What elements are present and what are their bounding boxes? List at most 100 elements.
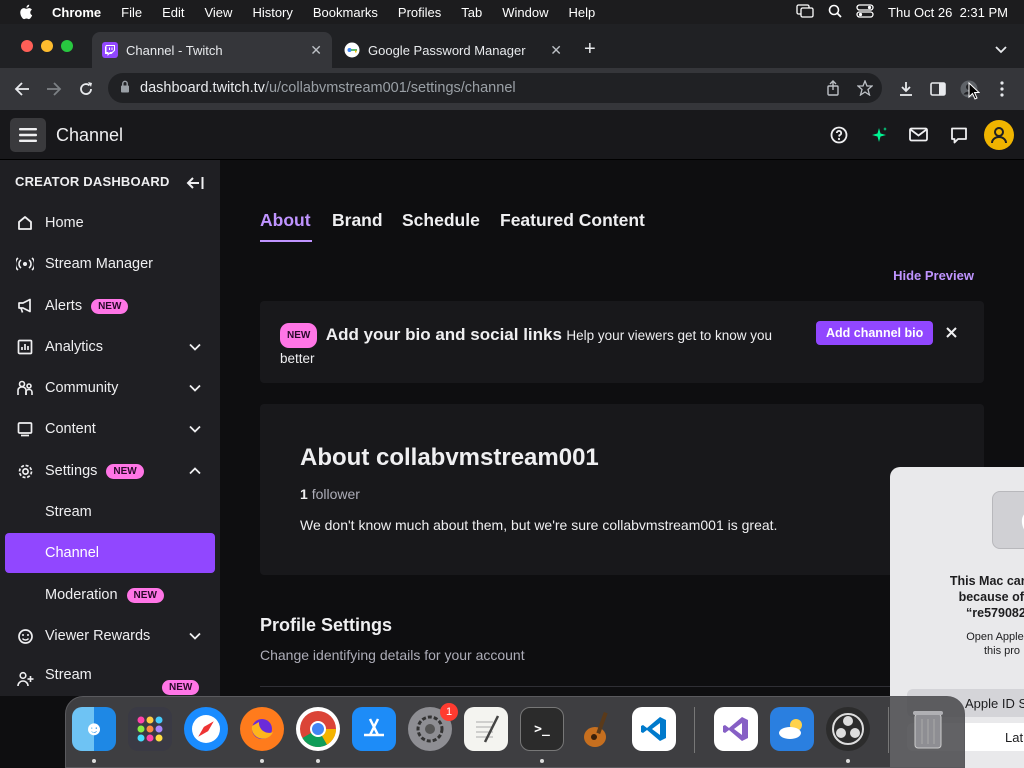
- weather-icon[interactable]: [770, 707, 814, 751]
- side-panel-icon[interactable]: [927, 78, 949, 100]
- menu-tab[interactable]: Tab: [461, 5, 482, 20]
- forward-arrow-icon[interactable]: [43, 78, 65, 100]
- sidebar-item-label: Community: [45, 380, 119, 396]
- about-preview-card: About collabvmstream001 1 follower We do…: [260, 404, 984, 575]
- apple-menu-icon[interactable]: [0, 4, 52, 20]
- sidebar-item-analytics[interactable]: Analytics: [5, 327, 215, 367]
- textedit-icon[interactable]: [464, 707, 508, 751]
- hide-preview-link[interactable]: Hide Preview: [893, 268, 974, 283]
- menu-profiles[interactable]: Profiles: [398, 5, 441, 20]
- tab-featured-content[interactable]: Featured Content: [500, 210, 645, 231]
- sidebar-item-settings[interactable]: Settings NEW: [5, 451, 215, 491]
- chevron-down-icon[interactable]: [189, 380, 201, 396]
- lock-icon[interactable]: [120, 80, 130, 97]
- firefox-icon[interactable]: [240, 707, 284, 751]
- tab-about[interactable]: About: [260, 210, 311, 231]
- tab-schedule[interactable]: Schedule: [402, 210, 480, 231]
- url-host: dashboard.twitch.tv: [140, 80, 265, 96]
- collapse-sidebar-icon[interactable]: [186, 176, 204, 195]
- sidebar-item-viewer-rewards[interactable]: Viewer Rewards: [5, 616, 215, 656]
- gear-icon: [5, 463, 45, 480]
- chart-icon: [5, 339, 45, 355]
- follower-label: follower: [311, 486, 360, 502]
- dialog-title-line1: This Mac can’t co: [949, 574, 1024, 588]
- sidebar-item-stream-together[interactable]: Stream NEW: [5, 657, 215, 696]
- visual-studio-icon[interactable]: [714, 707, 758, 751]
- tab-close-icon[interactable]: ✕: [310, 42, 322, 59]
- chevron-down-icon[interactable]: [189, 421, 201, 437]
- chevron-down-icon[interactable]: [189, 628, 201, 644]
- inbox-mail-icon[interactable]: [909, 127, 928, 147]
- sidebar-header: CREATOR DASHBOARD: [15, 174, 170, 189]
- sidebar-item-alerts[interactable]: Alerts NEW: [5, 286, 215, 326]
- share-icon[interactable]: [826, 80, 840, 100]
- chevron-down-icon[interactable]: [189, 339, 201, 355]
- user-avatar[interactable]: [984, 120, 1014, 150]
- tab-title: Google Password Manager: [368, 42, 526, 58]
- terminal-icon[interactable]: >_: [520, 707, 564, 751]
- reload-icon[interactable]: [75, 78, 97, 100]
- vscode-icon[interactable]: [632, 707, 676, 751]
- window-close-button[interactable]: [21, 40, 33, 52]
- new-tab-button[interactable]: +: [584, 38, 596, 61]
- download-icon[interactable]: [895, 78, 917, 100]
- close-icon[interactable]: [946, 325, 957, 343]
- address-bar[interactable]: dashboard.twitch.tv /u/collabvmstream001…: [108, 73, 882, 103]
- trash-icon[interactable]: [906, 707, 950, 751]
- app-store-icon[interactable]: [352, 707, 396, 751]
- menu-file[interactable]: File: [121, 5, 142, 20]
- sidebar-item-stream-manager[interactable]: Stream Manager: [5, 244, 215, 284]
- obs-studio-icon[interactable]: [826, 707, 870, 751]
- profile-settings-title: Profile Settings: [260, 615, 393, 635]
- sidebar-item-community[interactable]: Community: [5, 368, 215, 408]
- menu-app-name[interactable]: Chrome: [52, 5, 101, 20]
- sidebar-item-label: Stream: [45, 504, 92, 520]
- menu-view[interactable]: View: [204, 5, 232, 20]
- tab-search-chevron-icon[interactable]: [994, 42, 1008, 60]
- chrome-menu-icon[interactable]: [991, 78, 1013, 100]
- safari-icon[interactable]: [184, 707, 228, 751]
- sidebar-subitem-channel[interactable]: Channel: [5, 533, 215, 573]
- screen-mirroring-icon[interactable]: [796, 3, 814, 21]
- tab-close-icon[interactable]: ✕: [550, 42, 562, 59]
- running-indicator: [92, 759, 96, 763]
- sidebar-item-home[interactable]: Home: [5, 203, 215, 243]
- control-center-icon[interactable]: [856, 3, 874, 21]
- window-minimize-button[interactable]: [41, 40, 53, 52]
- sidebar-item-label: Stream: [45, 667, 92, 683]
- launchpad-icon[interactable]: [128, 707, 172, 751]
- menu-help[interactable]: Help: [569, 5, 596, 20]
- menu-edit[interactable]: Edit: [162, 5, 184, 20]
- finder-icon[interactable]: ☻: [72, 707, 116, 751]
- chrome-icon[interactable]: [296, 707, 340, 751]
- browser-tab-password-manager[interactable]: Google Password Manager ✕: [334, 32, 572, 68]
- about-title: About collabvmstream001: [300, 444, 599, 471]
- hamburger-menu-button[interactable]: [10, 118, 46, 152]
- back-arrow-icon[interactable]: [11, 78, 33, 100]
- content-icon: [5, 421, 45, 437]
- bookmark-star-icon[interactable]: [856, 79, 874, 100]
- browser-tab-twitch[interactable]: Channel - Twitch ✕: [92, 32, 332, 68]
- sidebar-subitem-moderation[interactable]: Moderation NEW: [5, 575, 215, 615]
- chevron-up-icon[interactable]: [189, 463, 201, 479]
- dialog-title-line2: because of a p: [958, 590, 1024, 604]
- menu-history[interactable]: History: [252, 5, 292, 20]
- help-icon[interactable]: [830, 126, 848, 149]
- notification-badge: 1: [440, 703, 458, 721]
- window-zoom-button[interactable]: [61, 40, 73, 52]
- add-channel-bio-button[interactable]: Add channel bio: [816, 321, 934, 345]
- sparkle-ai-icon[interactable]: [870, 126, 888, 149]
- menubar-clock[interactable]: Thu Oct 26 2:31 PM: [888, 5, 1008, 20]
- garageband-icon[interactable]: [576, 707, 620, 751]
- sidebar-item-content[interactable]: Content: [5, 409, 215, 449]
- dialog-message-line1: Open Apple ID: [966, 631, 1024, 643]
- follower-count: 1: [300, 486, 308, 502]
- menu-window[interactable]: Window: [502, 5, 548, 20]
- whispers-icon[interactable]: [950, 127, 968, 149]
- spotlight-search-icon[interactable]: [828, 4, 842, 21]
- menu-bookmarks[interactable]: Bookmarks: [313, 5, 378, 20]
- browser-tab-strip: Channel - Twitch ✕ Google Password Manag…: [0, 24, 1024, 68]
- sidebar-subitem-stream[interactable]: Stream: [5, 492, 215, 532]
- tab-brand[interactable]: Brand: [332, 210, 383, 231]
- sidebar-item-label: Viewer Rewards: [45, 628, 151, 644]
